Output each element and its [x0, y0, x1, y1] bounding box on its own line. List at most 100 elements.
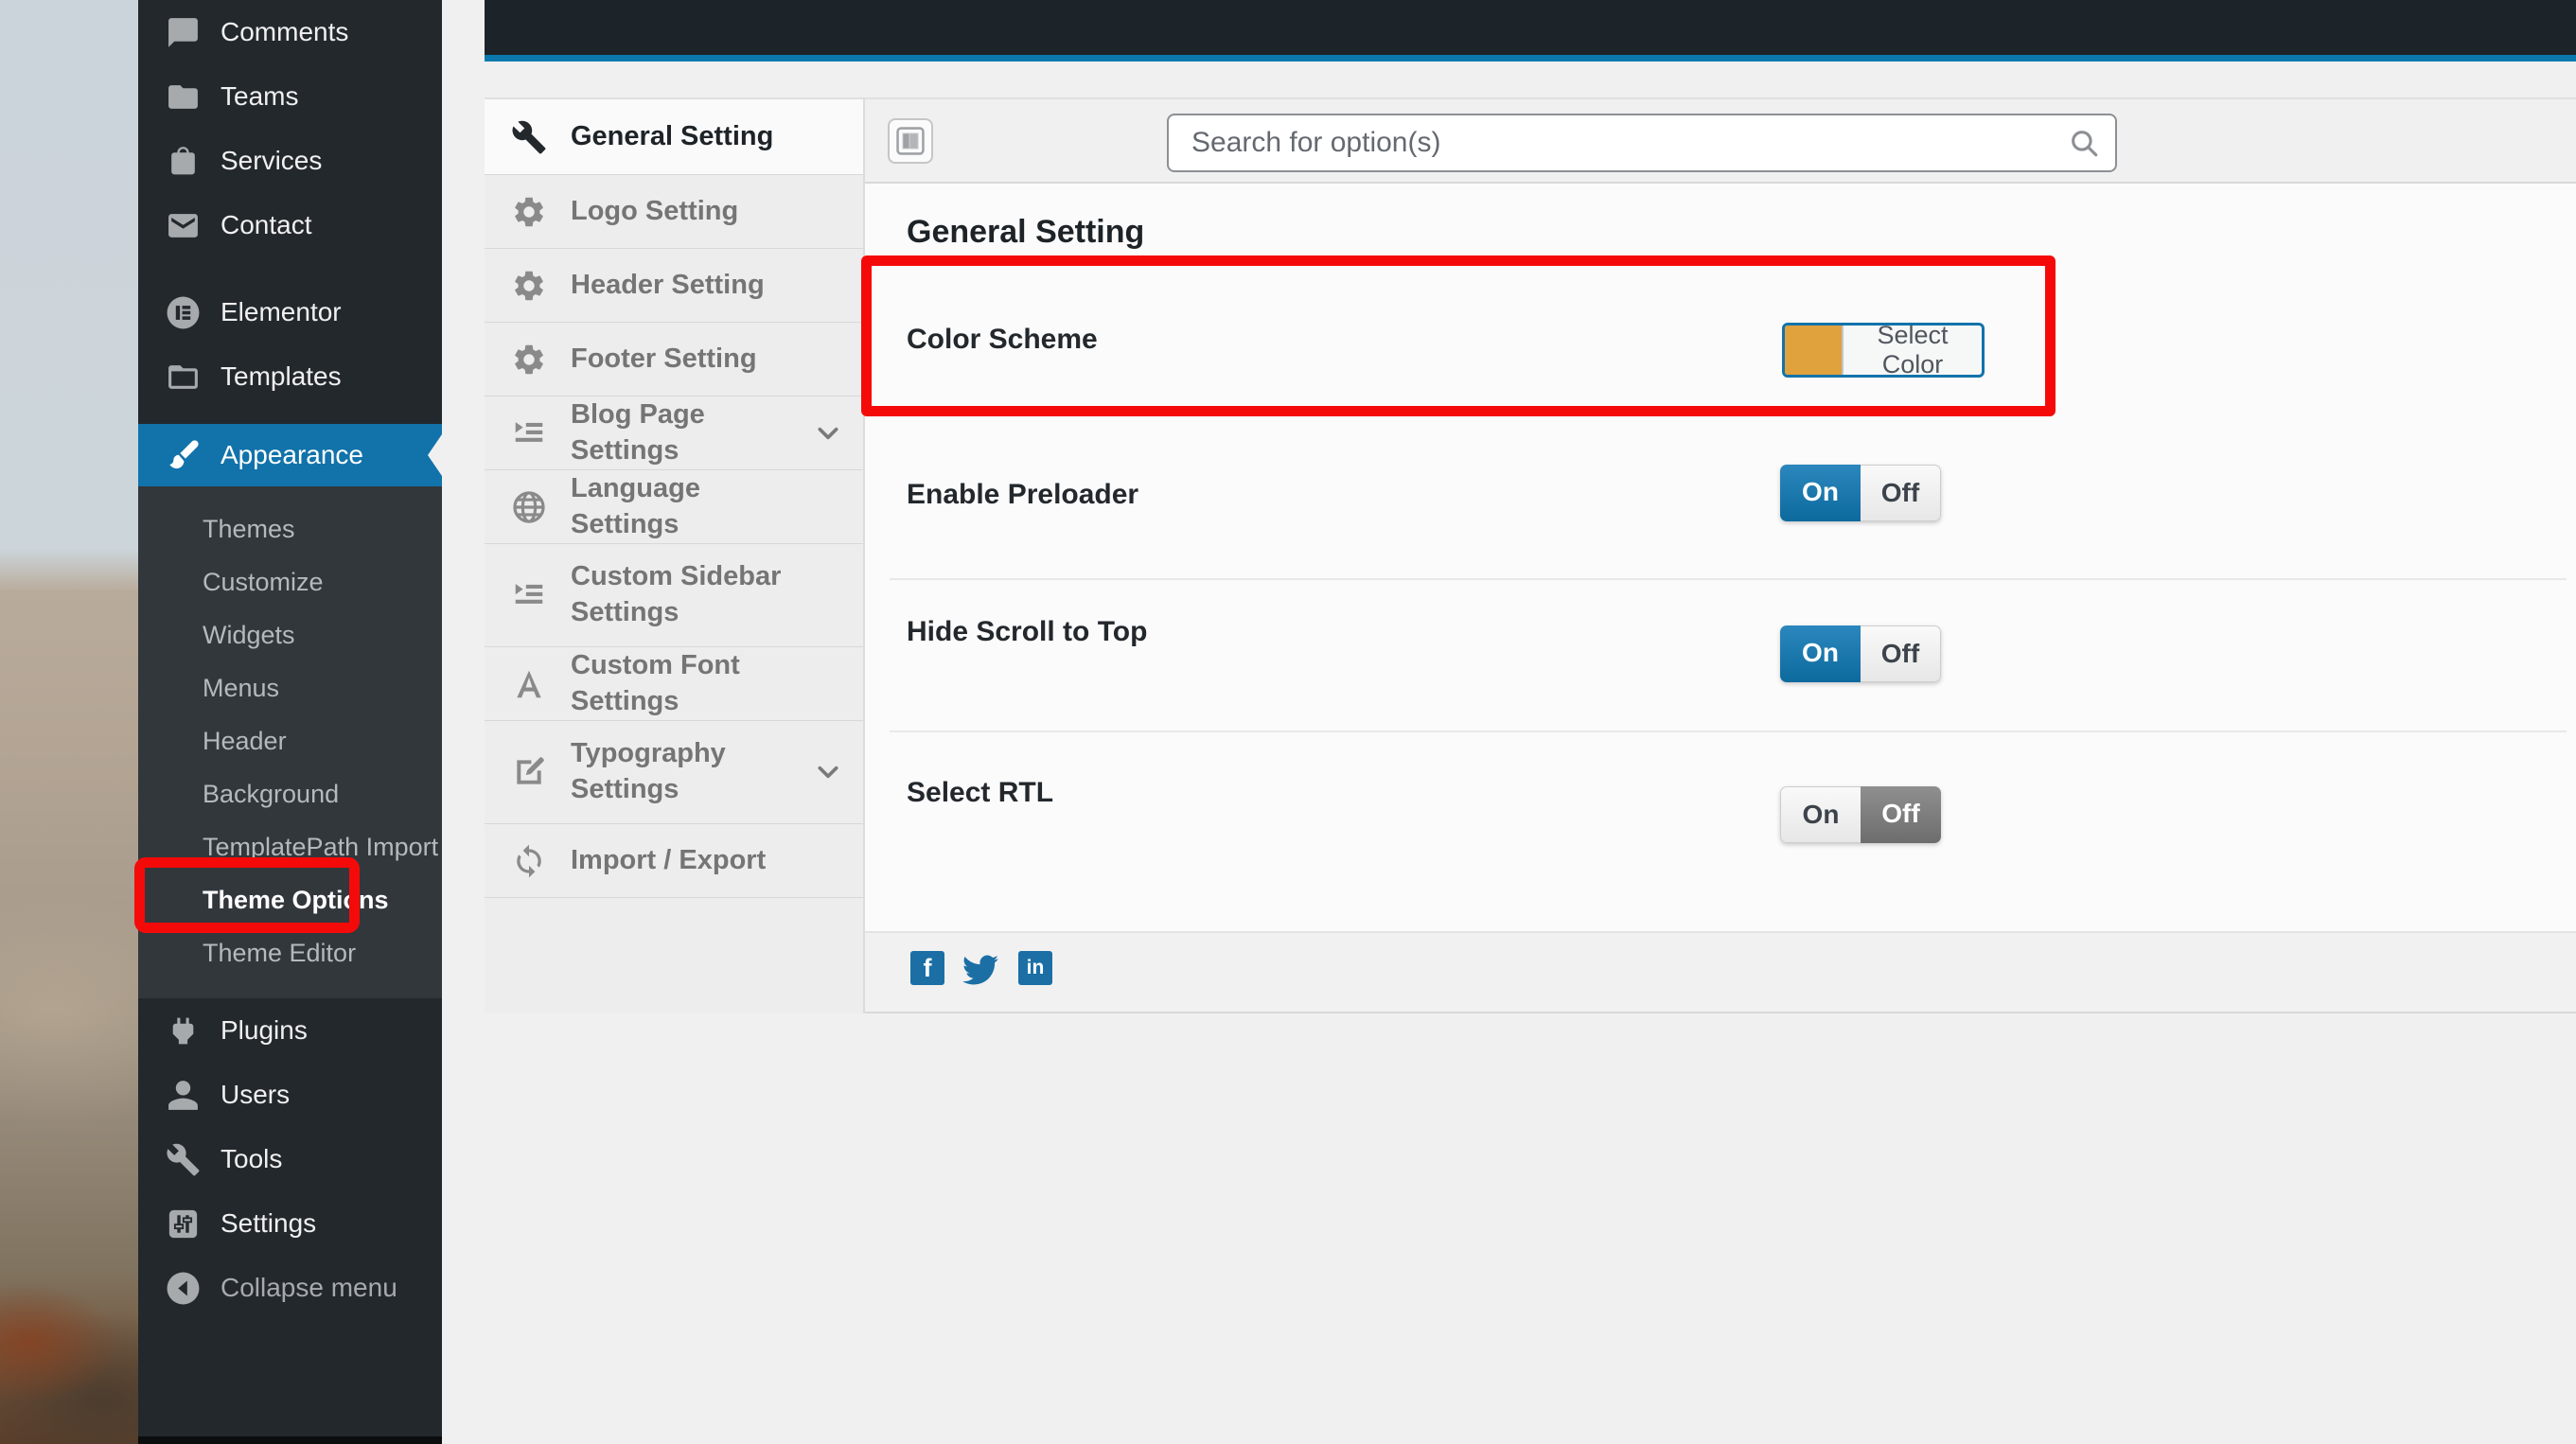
- submenu-item-menus[interactable]: Menus: [138, 661, 442, 714]
- menu-group-divider: [138, 257, 442, 280]
- select-rtl-toggle[interactable]: On Off: [1780, 786, 1941, 843]
- sidebar-item-comments[interactable]: Comments: [138, 0, 442, 64]
- toggle-on-option[interactable]: On: [1780, 625, 1861, 682]
- toggle-off-option[interactable]: Off: [1861, 465, 1941, 521]
- plug-icon: [166, 1013, 201, 1048]
- sidebar-item-templates[interactable]: Templates: [138, 344, 442, 409]
- collapse-arrow-icon: [166, 1271, 201, 1306]
- section-heading: General Setting: [907, 214, 1144, 251]
- search-icon: [2068, 127, 2100, 159]
- submenu-item-widgets[interactable]: Widgets: [138, 608, 442, 661]
- tab-general-setting[interactable]: General Setting: [485, 99, 863, 175]
- panel-footer: [865, 931, 2576, 1012]
- sidebar-item-teams[interactable]: Teams: [138, 64, 442, 129]
- search-input[interactable]: [1167, 114, 2117, 172]
- enable-preloader-toggle[interactable]: On Off: [1780, 465, 1941, 521]
- options-tab-list: General Setting Logo Setting Header Sett…: [485, 97, 865, 1013]
- gear-icon: [511, 268, 547, 304]
- tab-label: Typography Settings: [571, 736, 803, 807]
- row-divider: [890, 731, 2567, 732]
- sliders-icon: [166, 1206, 201, 1241]
- admin-sidebar: Comments Teams Services Contact Elemento…: [138, 0, 442, 1444]
- sidebar-item-plugins[interactable]: Plugins: [138, 998, 442, 1063]
- sync-icon: [511, 843, 547, 879]
- tab-blog-page-settings[interactable]: Blog Page Settings: [485, 396, 863, 470]
- submenu-item-themes[interactable]: Themes: [138, 502, 442, 555]
- tab-label: Custom Sidebar Settings: [571, 559, 803, 630]
- select-color-button[interactable]: Select Color: [1782, 323, 1985, 378]
- sidebar-item-label: Collapse menu: [221, 1273, 397, 1303]
- sidebar-item-label: Comments: [221, 17, 348, 47]
- elementor-icon: [166, 295, 201, 330]
- tab-logo-setting[interactable]: Logo Setting: [485, 175, 863, 249]
- sidebar-item-collapse-menu[interactable]: Collapse menu: [138, 1256, 442, 1320]
- enable-preloader-label: Enable Preloader: [907, 479, 1138, 511]
- color-swatch: [1785, 326, 1844, 375]
- toggle-off-option[interactable]: Off: [1861, 786, 1941, 843]
- submenu-item-templatepath-import[interactable]: TemplatePath Import: [138, 820, 442, 873]
- admin-top-bar: [485, 0, 2576, 55]
- sidebar-item-services[interactable]: Services: [138, 129, 442, 193]
- tab-label: Custom Font Settings: [571, 648, 803, 719]
- desktop-wallpaper: [0, 0, 138, 1444]
- indent-list-icon: [511, 577, 547, 613]
- sidebar-item-label: Appearance: [221, 440, 363, 470]
- hide-scroll-to-top-toggle[interactable]: On Off: [1780, 625, 1941, 682]
- indent-list-icon: [511, 415, 547, 451]
- toggle-on-option[interactable]: On: [1780, 465, 1861, 521]
- tab-typography-settings[interactable]: Typography Settings: [485, 721, 863, 824]
- gear-icon: [511, 194, 547, 230]
- tab-language-settings[interactable]: Language Settings: [485, 470, 863, 544]
- tab-label: Footer Setting: [571, 342, 757, 378]
- gear-icon: [511, 342, 547, 378]
- tab-footer-setting[interactable]: Footer Setting: [485, 323, 863, 396]
- sidebar-item-label: Templates: [221, 361, 342, 392]
- wrench-icon: [166, 1142, 201, 1177]
- row-divider: [890, 578, 2567, 580]
- sidebar-item-label: Teams: [221, 81, 298, 112]
- user-icon: [166, 1078, 201, 1113]
- sidebar-item-tools[interactable]: Tools: [138, 1127, 442, 1191]
- sidebar-item-appearance[interactable]: Appearance: [138, 424, 442, 486]
- tab-label: General Setting: [571, 119, 773, 155]
- sidebar-item-users[interactable]: Users: [138, 1063, 442, 1127]
- chevron-down-icon: [816, 421, 840, 446]
- tab-header-setting[interactable]: Header Setting: [485, 249, 863, 323]
- envelope-icon: [166, 208, 201, 243]
- edit-icon: [511, 754, 547, 790]
- sidebar-item-label: Settings: [221, 1208, 316, 1239]
- sidebar-item-label: Plugins: [221, 1015, 308, 1046]
- toggle-off-option[interactable]: Off: [1861, 625, 1941, 682]
- tab-import-export[interactable]: Import / Export: [485, 824, 863, 898]
- submenu-item-customize[interactable]: Customize: [138, 555, 442, 608]
- sidebar-item-contact[interactable]: Contact: [138, 193, 442, 257]
- appearance-submenu: Themes Customize Widgets Menus Header Ba…: [138, 486, 442, 998]
- submenu-item-background[interactable]: Background: [138, 767, 442, 820]
- submenu-item-theme-options[interactable]: Theme Options: [138, 873, 442, 926]
- toggle-on-option[interactable]: On: [1780, 786, 1861, 843]
- font-icon: [511, 666, 547, 702]
- paintbrush-icon: [166, 438, 201, 473]
- linkedin-icon[interactable]: in: [1018, 951, 1052, 985]
- tab-label: Blog Page Settings: [571, 397, 803, 468]
- submenu-item-header[interactable]: Header: [138, 714, 442, 767]
- color-scheme-label: Color Scheme: [907, 324, 1098, 356]
- tab-custom-font-settings[interactable]: Custom Font Settings: [485, 647, 863, 721]
- sidebar-item-label: Tools: [221, 1144, 282, 1174]
- sidebar-item-label: Elementor: [221, 297, 342, 327]
- twitter-icon[interactable]: [960, 952, 1001, 988]
- tab-label: Language Settings: [571, 471, 803, 542]
- tab-custom-sidebar-settings[interactable]: Custom Sidebar Settings: [485, 544, 863, 647]
- panel-toggle-button[interactable]: [888, 118, 933, 164]
- sidebar-item-label: Contact: [221, 210, 312, 240]
- comment-icon: [166, 15, 201, 50]
- sidebar-item-label: Services: [221, 146, 322, 176]
- sidebar-item-elementor[interactable]: Elementor: [138, 280, 442, 344]
- facebook-icon[interactable]: f: [910, 951, 944, 985]
- tab-label: Header Setting: [571, 268, 765, 304]
- sidebar-item-settings[interactable]: Settings: [138, 1191, 442, 1256]
- options-search: [1167, 114, 2117, 172]
- tab-label: Logo Setting: [571, 194, 738, 230]
- chevron-down-icon: [816, 760, 840, 784]
- submenu-item-theme-editor[interactable]: Theme Editor: [138, 926, 442, 979]
